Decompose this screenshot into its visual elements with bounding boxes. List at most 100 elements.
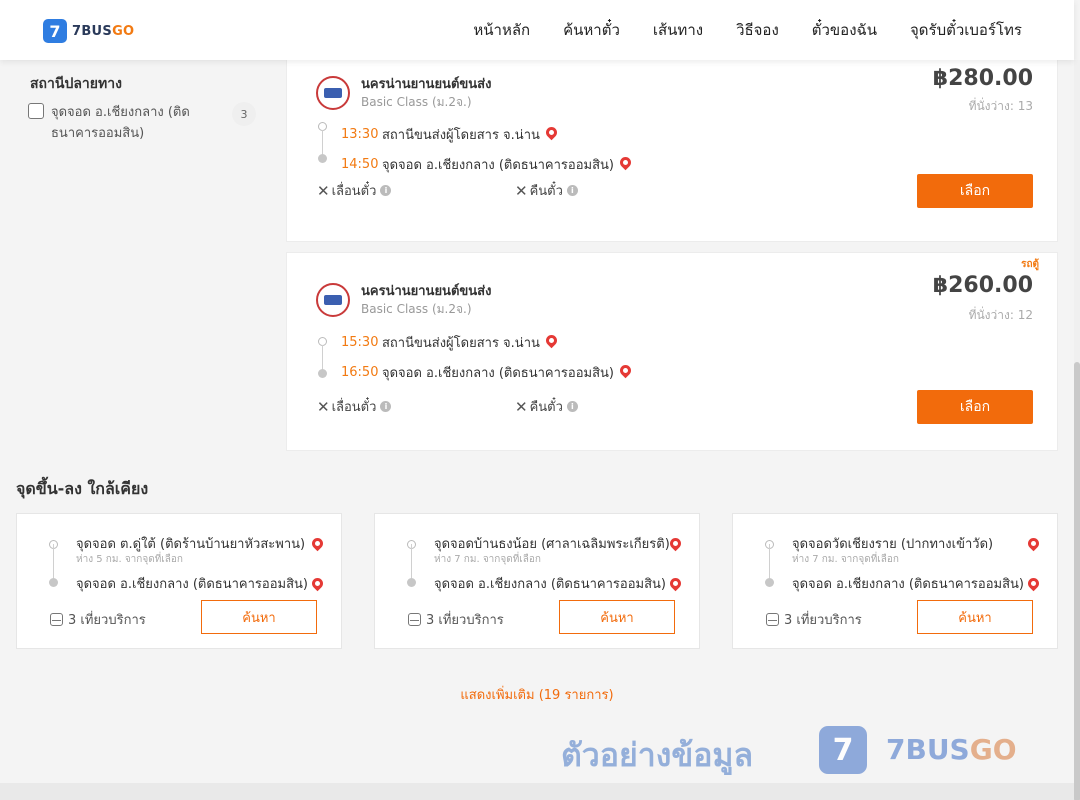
nav-how-to-book[interactable]: วิธีจอง <box>736 18 779 42</box>
info-icon[interactable]: i <box>566 185 578 196</box>
destination-filter-title: สถานีปลายทาง <box>30 76 122 92</box>
seats-available: ที่นั่งว่าง: 13 <box>968 99 1033 113</box>
close-icon: ✕ <box>515 397 528 416</box>
select-trip-button[interactable]: เลือก <box>917 174 1033 208</box>
close-icon: ✕ <box>317 181 330 200</box>
nav-home[interactable]: หน้าหลัก <box>473 18 530 42</box>
watermark-brand-accent: GO <box>969 733 1017 766</box>
nearby-search-button[interactable]: ค้นหา <box>559 600 675 634</box>
select-trip-button[interactable]: เลือก <box>917 390 1033 424</box>
nav-search-ticket[interactable]: ค้นหาตั๋ว <box>563 18 620 42</box>
page-scrollbar[interactable] <box>1074 60 1080 800</box>
refund-policy-label: คืนตั๋ว <box>529 184 563 199</box>
logo-text: 7BUSGO <box>72 24 134 39</box>
change-policy-label: เลื่อนตั๋ว <box>331 184 377 199</box>
nav-routes[interactable]: เส้นทาง <box>653 18 703 42</box>
nearby-distance: ห่าง 7 กม. จากจุดที่เลือก <box>434 554 541 565</box>
nav-ticket-pickup[interactable]: จุดรับตั๋วเบอร์โทร <box>910 18 1022 42</box>
timeline-line <box>322 130 323 156</box>
trip-count-label: 3 เที่ยวบริการ <box>68 613 146 628</box>
operator-logo-icon <box>316 76 350 110</box>
logo-mark-icon: 7 <box>43 19 67 43</box>
nearby-search-button[interactable]: ค้นหา <box>201 600 317 634</box>
watermark-text: ตัวอย่างข้อมูล <box>561 736 754 774</box>
bus-class: Basic Class (ม.2จ.) <box>361 302 472 316</box>
nearby-stops-title: จุดขึ้น-ลง ใกล้เคียง <box>16 479 149 498</box>
bus-icon <box>408 613 421 626</box>
filter-option-label[interactable]: จุดจอด อ.เชียงกลาง (ติดธนาคารออมสิน) <box>51 102 211 144</box>
ticket-price: ฿260.00 <box>932 273 1033 298</box>
close-icon: ✕ <box>515 181 528 200</box>
footer-strip <box>0 783 1074 800</box>
show-more-link[interactable]: แสดงเพิ่มเติม (19 รายการ) <box>0 684 1074 705</box>
info-icon[interactable]: i <box>566 401 578 412</box>
arrival-stop: 16:50 จุดจอด อ.เชียงกลาง (ติดธนาคารออมสิ… <box>341 362 634 383</box>
arrival-stop-name: จุดจอด อ.เชียงกลาง (ติดธนาคารออมสิน) <box>382 366 614 381</box>
timeline-line <box>322 345 323 371</box>
van-tag: รถตู้ <box>1021 259 1039 270</box>
map-pin-icon[interactable] <box>1025 535 1042 555</box>
timeline-end-dot <box>407 578 416 587</box>
departure-stop-name: สถานีขนส่งผู้โดยสาร จ.น่าน <box>382 128 540 143</box>
ticket-price: ฿280.00 <box>932 66 1033 91</box>
map-pin-icon[interactable] <box>617 154 634 171</box>
trip-card: นครน่านยานยนต์ขนส่ง Basic Class (ม.2จ.) … <box>286 53 1058 242</box>
arrival-time: 14:50 <box>341 157 379 172</box>
map-pin-icon[interactable] <box>617 362 634 379</box>
change-policy-label: เลื่อนตั๋ว <box>331 400 377 415</box>
departure-stop: 13:30 สถานีขนส่งผู้โดยสาร จ.น่าน <box>341 124 560 145</box>
operator-name: นครน่านยานยนต์ขนส่ง <box>361 284 492 299</box>
nearby-from-stop: จุดจอดวัดเชียงราย (ปากทางเข้าวัด) <box>792 537 994 552</box>
map-pin-icon[interactable] <box>309 535 326 555</box>
top-header: 7 7BUSGO หน้าหลัก ค้นหาตั๋ว เส้นทาง วิธี… <box>0 0 1074 60</box>
nav-my-tickets[interactable]: ตั๋วของฉัน <box>812 18 877 42</box>
departure-stop: 15:30 สถานีขนส่งผู้โดยสาร จ.น่าน <box>341 332 560 353</box>
destination-filter-option[interactable]: จุดจอด อ.เชียงกลาง (ติดธนาคารออมสิน) 3 <box>28 102 256 144</box>
nearby-to-stop: จุดจอด อ.เชียงกลาง (ติดธนาคารออมสิน) <box>76 577 308 592</box>
site-logo[interactable]: 7 7BUSGO <box>43 19 134 43</box>
map-pin-icon[interactable] <box>543 332 560 349</box>
refund-policy-label: คืนตั๋ว <box>529 400 563 415</box>
filter-checkbox[interactable] <box>28 103 44 119</box>
timeline-line <box>53 544 54 582</box>
bus-class: Basic Class (ม.2จ.) <box>361 95 472 109</box>
departure-time: 13:30 <box>341 127 379 142</box>
arrival-time: 16:50 <box>341 365 379 380</box>
timeline-end-dot <box>318 369 327 378</box>
bus-icon <box>766 613 779 626</box>
logo-text-main: 7BUS <box>72 23 113 39</box>
map-pin-icon[interactable] <box>309 575 326 595</box>
logo-text-accent: GO <box>112 23 135 39</box>
watermark-brand: 7BUSGO <box>886 733 1017 766</box>
change-ticket-policy[interactable]: ✕ เลื่อนตั๋ว i <box>317 396 392 417</box>
watermark-logo-icon: 7 <box>819 726 867 774</box>
map-pin-icon[interactable] <box>543 124 560 141</box>
trip-card: รถตู้ นครน่านยานยนต์ขนส่ง Basic Class (ม… <box>286 252 1058 451</box>
info-icon[interactable]: i <box>380 401 392 412</box>
map-pin-icon[interactable] <box>1025 575 1042 595</box>
refund-ticket-policy[interactable]: ✕ คืนตั๋ว i <box>515 180 578 201</box>
timeline-end-dot <box>318 154 327 163</box>
timeline-end-dot <box>49 578 58 587</box>
map-pin-icon[interactable] <box>667 575 684 595</box>
timeline-end-dot <box>765 578 774 587</box>
arrival-stop-name: จุดจอด อ.เชียงกลาง (ติดธนาคารออมสิน) <box>382 158 614 173</box>
close-icon: ✕ <box>317 397 330 416</box>
refund-ticket-policy[interactable]: ✕ คืนตั๋ว i <box>515 396 578 417</box>
operator-logo-icon <box>316 283 350 317</box>
departure-stop-name: สถานีขนส่งผู้โดยสาร จ.น่าน <box>382 336 540 351</box>
map-pin-icon[interactable] <box>667 535 684 555</box>
departure-time: 15:30 <box>341 335 379 350</box>
nearby-from-stop: จุดจอด ต.ดู่ใต้ (ติดร้านบ้านยาหัวสะพาน) <box>76 537 306 552</box>
trip-count-label: 3 เที่ยวบริการ <box>426 613 504 628</box>
nearby-search-button[interactable]: ค้นหา <box>917 600 1033 634</box>
timeline-line <box>411 544 412 582</box>
info-icon[interactable]: i <box>380 185 392 196</box>
nearby-stop-card: จุดจอดบ้านธงน้อย (ศาลาเฉลิมพระเกียรติ) ห… <box>374 513 700 649</box>
scrollbar-thumb[interactable] <box>1074 362 1080 800</box>
nearby-distance: ห่าง 5 กม. จากจุดที่เลือก <box>76 554 183 565</box>
seats-available: ที่นั่งว่าง: 12 <box>968 308 1033 322</box>
nearby-from-stop: จุดจอดบ้านธงน้อย (ศาลาเฉลิมพระเกียรติ) <box>434 537 670 552</box>
filter-count-badge: 3 <box>232 102 256 126</box>
change-ticket-policy[interactable]: ✕ เลื่อนตั๋ว i <box>317 180 392 201</box>
